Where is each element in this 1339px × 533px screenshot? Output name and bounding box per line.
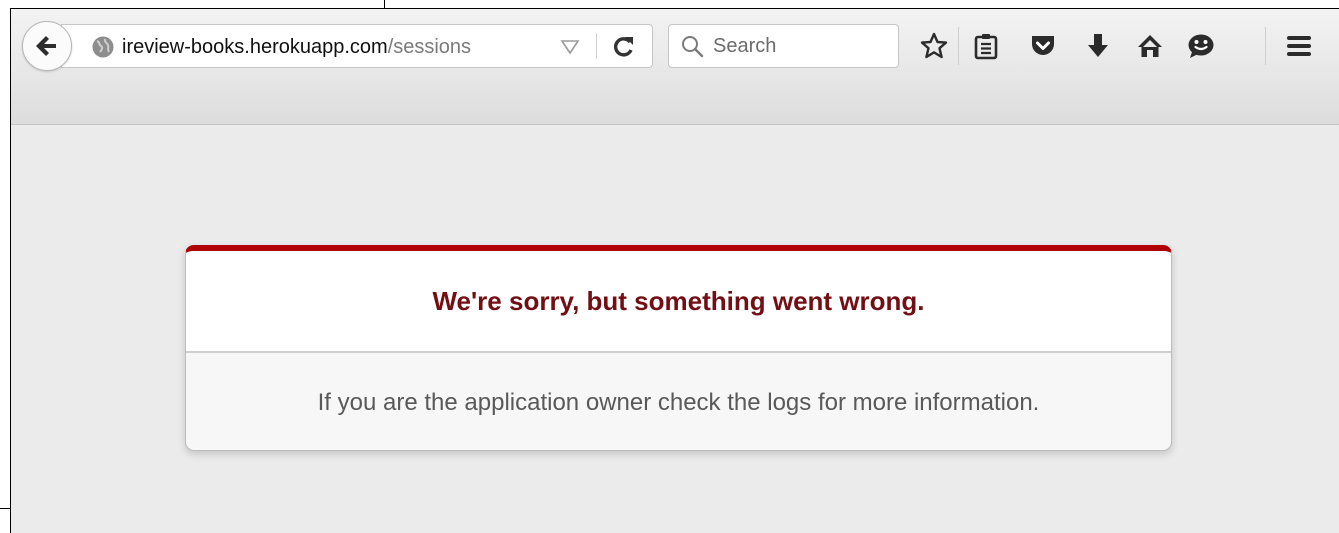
pocket-icon[interactable] <box>1028 31 1058 61</box>
chat-icon[interactable] <box>1186 31 1216 61</box>
home-icon[interactable] <box>1135 31 1165 61</box>
frame-line <box>0 508 11 509</box>
url-separator <box>596 33 597 59</box>
url-bar[interactable]: ireview-books.herokuapp.com/sessions <box>61 24 653 68</box>
dropdown-icon[interactable] <box>560 39 580 60</box>
browser-window: ireview-books.herokuapp.com/sessions Sea… <box>11 8 1339 533</box>
reload-icon[interactable] <box>611 34 637 65</box>
menu-icon[interactable] <box>1284 31 1314 61</box>
error-heading: We're sorry, but something went wrong. <box>432 285 925 316</box>
download-icon[interactable] <box>1083 31 1113 61</box>
toolbar-separator <box>958 27 959 65</box>
url-text[interactable]: ireview-books.herokuapp.com/sessions <box>122 36 471 59</box>
toolbar-separator <box>1265 27 1266 65</box>
back-icon <box>36 36 56 56</box>
reading-list-icon[interactable] <box>971 31 1001 61</box>
error-card-body: If you are the application owner check t… <box>186 355 1171 450</box>
error-card-header: We're sorry, but something went wrong. <box>186 251 1171 353</box>
globe-icon[interactable] <box>91 35 115 64</box>
search-bar[interactable] <box>668 24 899 68</box>
back-button[interactable] <box>22 21 72 71</box>
browser-toolbar: ireview-books.herokuapp.com/sessions <box>11 9 1339 125</box>
error-card: We're sorry, but something went wrong. I… <box>185 245 1172 451</box>
error-message: If you are the application owner check t… <box>317 389 1040 416</box>
search-input[interactable] <box>713 33 893 59</box>
search-icon <box>680 34 706 65</box>
url-host: ireview-books.herokuapp.com <box>122 36 388 58</box>
star-icon[interactable] <box>919 31 949 61</box>
frame-line <box>384 0 385 8</box>
url-path: /sessions <box>387 36 472 58</box>
